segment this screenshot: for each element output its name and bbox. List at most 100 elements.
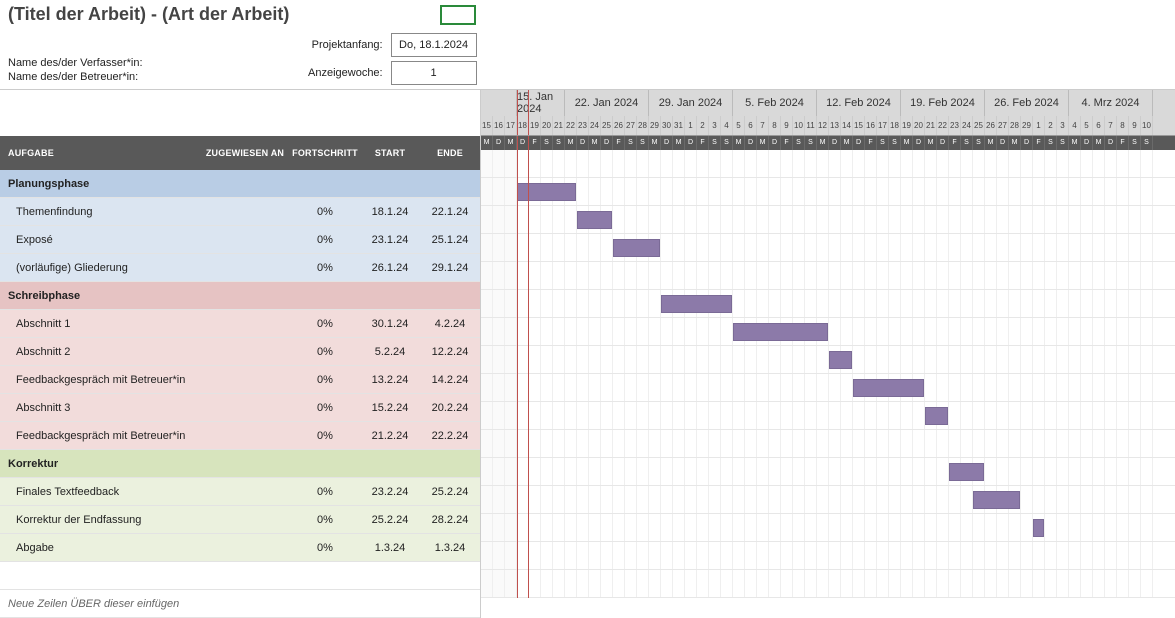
gantt-bar[interactable]: [517, 183, 576, 201]
task-end[interactable]: 22.2.24: [420, 430, 480, 442]
col-assigned[interactable]: Zugewiesen an: [200, 148, 290, 158]
task-start[interactable]: 18.1.24: [360, 206, 420, 218]
supervisor-label[interactable]: Name des/der Betreuer*in:: [8, 71, 308, 83]
task-progress[interactable]: 0%: [290, 430, 360, 442]
task-title[interactable]: (vorläufige) Gliederung: [0, 262, 200, 274]
task-row[interactable]: Abschnitt 1 0%30.1.244.2.24: [0, 310, 480, 338]
gantt-bar[interactable]: [925, 407, 948, 425]
task-end[interactable]: 14.2.24: [420, 374, 480, 386]
timeline-row[interactable]: [481, 290, 1175, 318]
task-progress[interactable]: 0%: [290, 206, 360, 218]
task-start[interactable]: 30.1.24: [360, 318, 420, 330]
blank-row[interactable]: [0, 562, 480, 590]
project-start-field[interactable]: Do, 18.1.2024: [391, 33, 477, 57]
task-row[interactable]: Abschnitt 2 0%5.2.2412.2.24: [0, 338, 480, 366]
task-progress[interactable]: 0%: [290, 486, 360, 498]
timeline-row[interactable]: [481, 486, 1175, 514]
phase-row[interactable]: Korrektur: [0, 450, 480, 478]
gantt-bar[interactable]: [1033, 519, 1044, 537]
task-end[interactable]: 22.1.24: [420, 206, 480, 218]
col-start[interactable]: Start: [360, 148, 420, 158]
timeline-row[interactable]: [481, 262, 1175, 290]
task-title[interactable]: Feedbackgespräch mit Betreuer*in: [0, 374, 200, 386]
timeline-row[interactable]: [481, 206, 1175, 234]
task-title[interactable]: Abschnitt 2: [0, 346, 200, 358]
task-row[interactable]: Finales Textfeedback 0%23.2.2425.2.24: [0, 478, 480, 506]
timeline-week[interactable]: 19. Feb 2024: [901, 90, 985, 116]
task-title[interactable]: Abschnitt 3: [0, 402, 200, 414]
task-progress[interactable]: 0%: [290, 346, 360, 358]
task-row[interactable]: (vorläufige) Gliederung 0%26.1.2429.1.24: [0, 254, 480, 282]
task-title[interactable]: Finales Textfeedback: [0, 486, 200, 498]
timeline-row[interactable]: [481, 430, 1175, 458]
gantt-bar[interactable]: [661, 295, 732, 313]
task-start[interactable]: 13.2.24: [360, 374, 420, 386]
task-title[interactable]: Exposé: [0, 234, 200, 246]
task-row[interactable]: Themenfindung 0%18.1.2422.1.24: [0, 198, 480, 226]
task-end[interactable]: 28.2.24: [420, 514, 480, 526]
task-start[interactable]: 26.1.24: [360, 262, 420, 274]
timeline-row[interactable]: [481, 458, 1175, 486]
timeline-week[interactable]: 15. Jan 2024: [517, 90, 565, 116]
task-title[interactable]: Abgabe: [0, 542, 200, 554]
task-progress[interactable]: 0%: [290, 318, 360, 330]
task-end[interactable]: 20.2.24: [420, 402, 480, 414]
col-task[interactable]: Aufgabe: [0, 148, 200, 158]
task-end[interactable]: 1.3.24: [420, 542, 480, 554]
timeline-row[interactable]: [481, 318, 1175, 346]
gantt-bar[interactable]: [949, 463, 984, 481]
timeline-row[interactable]: [481, 402, 1175, 430]
task-row[interactable]: Feedbackgespräch mit Betreuer*in0%13.2.2…: [0, 366, 480, 394]
task-row[interactable]: Korrektur der Endfassung 0%25.2.2428.2.24: [0, 506, 480, 534]
timeline-row[interactable]: [481, 570, 1175, 598]
timeline-row[interactable]: [481, 150, 1175, 178]
timeline-row[interactable]: [481, 542, 1175, 570]
task-progress[interactable]: 0%: [290, 542, 360, 554]
gantt-bar[interactable]: [829, 351, 852, 369]
timeline-week[interactable]: 12. Feb 2024: [817, 90, 901, 116]
gantt-bar[interactable]: [613, 239, 660, 257]
page-title[interactable]: (Titel der Arbeit) - (Art der Arbeit): [8, 4, 1167, 25]
task-start[interactable]: 23.2.24: [360, 486, 420, 498]
task-progress[interactable]: 0%: [290, 514, 360, 526]
timeline-row[interactable]: [481, 514, 1175, 542]
insert-hint-row[interactable]: Neue Zeilen ÜBER dieser einfügen: [0, 590, 480, 618]
gantt-bar[interactable]: [733, 323, 828, 341]
task-start[interactable]: 23.1.24: [360, 234, 420, 246]
task-row[interactable]: Feedbackgespräch mit Betreuer*in0%21.2.2…: [0, 422, 480, 450]
timeline-week[interactable]: 22. Jan 2024: [565, 90, 649, 116]
col-end[interactable]: Ende: [420, 148, 480, 158]
timeline-week[interactable]: 4. Mrz 2024: [1069, 90, 1153, 116]
task-start[interactable]: 15.2.24: [360, 402, 420, 414]
timeline-week[interactable]: 5. Feb 2024: [733, 90, 817, 116]
task-progress[interactable]: 0%: [290, 234, 360, 246]
timeline-week[interactable]: 26. Feb 2024: [985, 90, 1069, 116]
task-title[interactable]: Abschnitt 1: [0, 318, 200, 330]
task-start[interactable]: 5.2.24: [360, 346, 420, 358]
gantt-bar[interactable]: [577, 211, 612, 229]
task-end[interactable]: 29.1.24: [420, 262, 480, 274]
col-progress[interactable]: Fortschritt: [290, 148, 360, 158]
task-end[interactable]: 25.2.24: [420, 486, 480, 498]
timeline-row[interactable]: [481, 374, 1175, 402]
display-week-field[interactable]: 1: [391, 61, 477, 85]
gantt-bar[interactable]: [853, 379, 924, 397]
task-end[interactable]: 12.2.24: [420, 346, 480, 358]
gantt-bar[interactable]: [973, 491, 1020, 509]
task-end[interactable]: 25.1.24: [420, 234, 480, 246]
task-start[interactable]: 21.2.24: [360, 430, 420, 442]
task-progress[interactable]: 0%: [290, 262, 360, 274]
task-start[interactable]: 1.3.24: [360, 542, 420, 554]
timeline-row[interactable]: [481, 234, 1175, 262]
task-title[interactable]: Korrektur der Endfassung: [0, 514, 200, 526]
timeline-week[interactable]: 29. Jan 2024: [649, 90, 733, 116]
task-start[interactable]: 25.2.24: [360, 514, 420, 526]
phase-row[interactable]: Planungsphase: [0, 170, 480, 198]
selected-cell[interactable]: [440, 5, 476, 25]
task-title[interactable]: Themenfindung: [0, 206, 200, 218]
task-row[interactable]: Exposé 0%23.1.2425.1.24: [0, 226, 480, 254]
task-end[interactable]: 4.2.24: [420, 318, 480, 330]
task-row[interactable]: Abschnitt 3 0%15.2.2420.2.24: [0, 394, 480, 422]
author-label[interactable]: Name des/der Verfasser*in:: [8, 57, 308, 69]
task-progress[interactable]: 0%: [290, 402, 360, 414]
